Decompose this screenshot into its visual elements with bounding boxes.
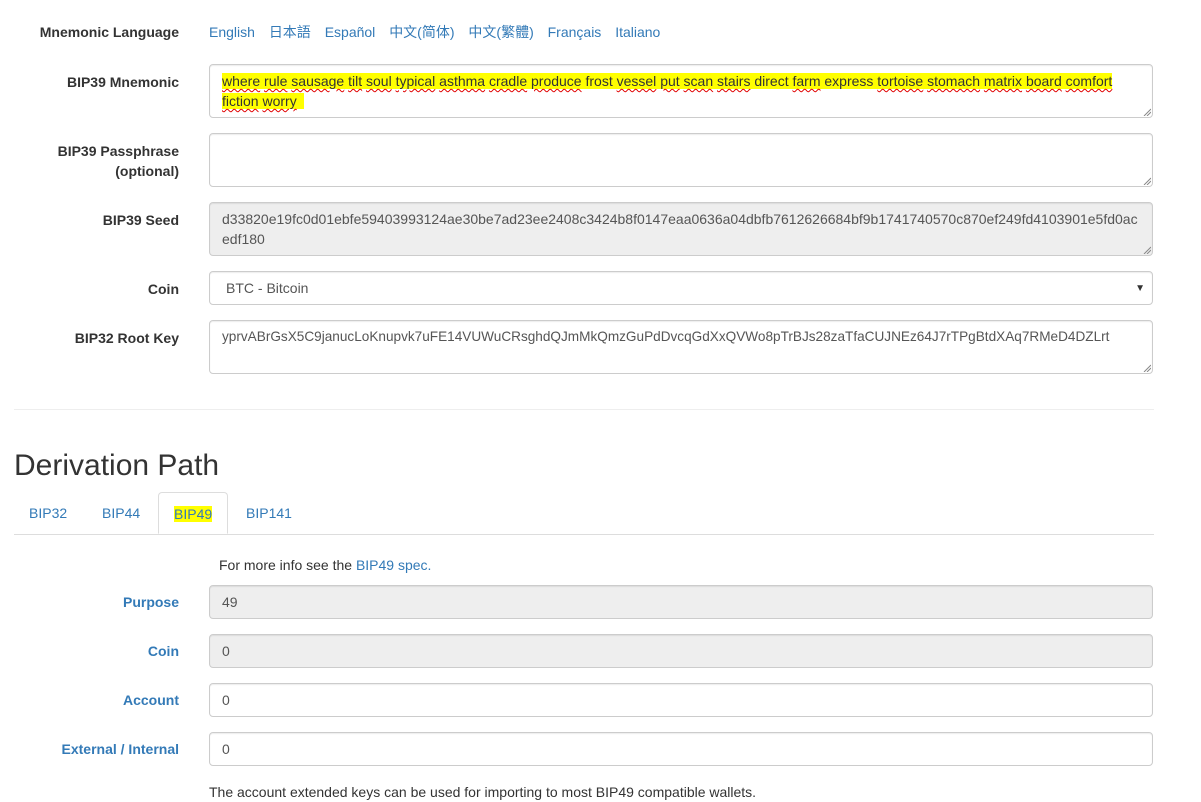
derivation-coin-input[interactable]: 0 bbox=[209, 634, 1153, 668]
mnemonic-word: comfort bbox=[1065, 73, 1113, 89]
resize-handle-icon[interactable] bbox=[1142, 176, 1151, 185]
tab-bip49-label: BIP49 bbox=[174, 506, 213, 522]
bip39-seed-label: BIP39 Seed bbox=[102, 212, 179, 228]
mnemonic-language-row: Mnemonic Language English 日本語 Español 中文… bbox=[0, 22, 1201, 42]
mnemonic-word: rule bbox=[264, 73, 288, 89]
account-input[interactable]: 0 bbox=[209, 683, 1153, 717]
bip32-root-key-textarea[interactable]: yprvABrGsX5C9janucLoKnupvk7uFE14VUWuCRsg… bbox=[209, 320, 1153, 374]
mnemonic-word: stomach bbox=[927, 73, 981, 89]
language-link-english[interactable]: English bbox=[209, 24, 255, 40]
tab-bip141[interactable]: BIP141 bbox=[231, 492, 307, 534]
bip49-info-text: For more info see the BIP49 spec. bbox=[219, 555, 431, 575]
tab-bip44[interactable]: BIP44 bbox=[87, 492, 155, 534]
chevron-down-icon: ▼ bbox=[1135, 283, 1145, 294]
mnemonic-word: tilt bbox=[348, 73, 363, 89]
mnemonic-word: direct bbox=[754, 73, 789, 89]
purpose-label: Purpose bbox=[122, 594, 179, 610]
mnemonic-language-label: Mnemonic Language bbox=[39, 24, 179, 40]
derivation-path-tabs: BIP32 BIP44 BIP49 BIP141 bbox=[14, 492, 1154, 535]
external-internal-label: External / Internal bbox=[61, 741, 179, 757]
bip39-passphrase-label: BIP39 Passphrase (optional) bbox=[58, 141, 179, 181]
section-divider bbox=[14, 409, 1154, 410]
mnemonic-word: cradle bbox=[488, 73, 528, 89]
mnemonic-word: tortoise bbox=[877, 73, 924, 89]
language-link-japanese[interactable]: 日本語 bbox=[269, 24, 311, 40]
purpose-value: 49 bbox=[222, 594, 238, 610]
bip39-passphrase-label-line2: (optional) bbox=[115, 163, 179, 179]
resize-handle-icon[interactable] bbox=[1142, 107, 1151, 116]
bip39-mnemonic-label: BIP39 Mnemonic bbox=[66, 74, 179, 90]
bip39-mnemonic-textarea[interactable]: where rule sausage tilt soul typical ast… bbox=[209, 64, 1153, 118]
bip39-seed-line1: d33820e19fc0d01ebfe59403993124ae30be7ad2… bbox=[222, 211, 1138, 227]
external-internal-value: 0 bbox=[222, 741, 230, 757]
mnemonic-word: express bbox=[824, 73, 874, 89]
bip39-seed-textarea[interactable]: d33820e19fc0d01ebfe59403993124ae30be7ad2… bbox=[209, 202, 1153, 256]
account-extended-keys-note: The account extended keys can be used fo… bbox=[209, 784, 757, 800]
mnemonic-word: farm bbox=[792, 73, 821, 89]
mnemonic-word: fiction bbox=[222, 93, 259, 109]
language-links: English 日本語 Español 中文(简体) 中文(繁體) França… bbox=[209, 22, 670, 42]
derivation-path-title: Derivation Path bbox=[14, 449, 220, 482]
mnemonic-word: stairs bbox=[717, 73, 751, 89]
mnemonic-word: scan bbox=[683, 73, 714, 89]
bip49-info-prefix: For more info see the bbox=[219, 557, 356, 573]
bip39-passphrase-label-line1: BIP39 Passphrase bbox=[57, 143, 179, 159]
bip32-root-key-value: yprvABrGsX5C9janucLoKnupvk7uFE14VUWuCRsg… bbox=[222, 329, 1110, 344]
mnemonic-word: typical bbox=[395, 73, 436, 89]
mnemonic-words: where rule sausage tilt soul typical ast… bbox=[222, 73, 1113, 109]
mnemonic-word: sausage bbox=[291, 73, 345, 89]
external-internal-input[interactable]: 0 bbox=[209, 732, 1153, 766]
language-link-french[interactable]: Français bbox=[548, 24, 602, 40]
account-value: 0 bbox=[222, 692, 230, 708]
derivation-coin-value: 0 bbox=[222, 643, 230, 659]
mnemonic-word: where bbox=[222, 73, 261, 89]
mnemonic-word: matrix bbox=[983, 73, 1023, 89]
mnemonic-word: produce bbox=[531, 73, 582, 89]
derivation-coin-label: Coin bbox=[147, 643, 179, 659]
mnemonic-word: board bbox=[1025, 73, 1062, 89]
language-link-spanish[interactable]: Español bbox=[325, 24, 376, 40]
resize-handle-icon[interactable] bbox=[1142, 245, 1151, 254]
language-link-italian[interactable]: Italiano bbox=[615, 24, 660, 40]
bip32-root-key-label: BIP32 Root Key bbox=[74, 330, 179, 346]
resize-handle-icon[interactable] bbox=[1142, 363, 1151, 372]
mnemonic-word: frost bbox=[585, 73, 613, 89]
bip39-seed-line2: edf180 bbox=[222, 231, 265, 247]
coin-selected-value: BTC - Bitcoin bbox=[226, 280, 309, 296]
bip49-spec-link[interactable]: BIP49 spec. bbox=[356, 557, 432, 573]
mnemonic-word: soul bbox=[366, 73, 392, 89]
mnemonic-word: asthma bbox=[439, 73, 486, 89]
language-link-chinese-traditional[interactable]: 中文(繁體) bbox=[468, 24, 533, 40]
coin-label: Coin bbox=[147, 281, 179, 297]
bip39-passphrase-textarea[interactable] bbox=[209, 133, 1153, 187]
tab-bip32[interactable]: BIP32 bbox=[14, 492, 82, 534]
mnemonic-word: put bbox=[660, 73, 680, 89]
language-link-chinese-simplified[interactable]: 中文(简体) bbox=[389, 24, 454, 40]
mnemonic-word: vessel bbox=[616, 73, 657, 89]
tab-bip49[interactable]: BIP49 bbox=[158, 492, 229, 534]
purpose-input[interactable]: 49 bbox=[209, 585, 1153, 619]
account-label: Account bbox=[123, 692, 179, 708]
mnemonic-word: worry bbox=[262, 93, 297, 109]
coin-select[interactable]: BTC - Bitcoin ▼ bbox=[209, 271, 1153, 305]
